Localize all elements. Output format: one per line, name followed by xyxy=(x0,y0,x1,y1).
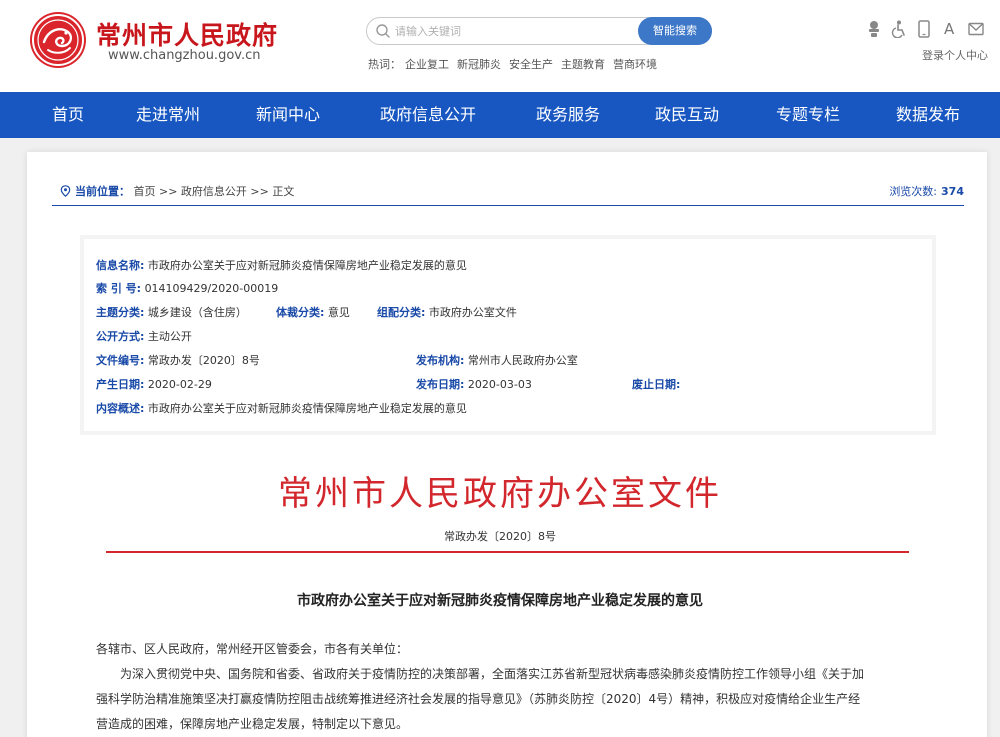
hot-word-link[interactable]: 营商环境 xyxy=(613,58,657,71)
accessibility-icon[interactable] xyxy=(891,20,907,38)
view-count-label: 浏览次数: xyxy=(889,185,938,198)
nav-item-news[interactable]: 新闻中心 xyxy=(256,92,320,138)
meta-docno: 文件编号: 常政办发〔2020〕8号 xyxy=(96,352,260,368)
hot-words-bar: 热词： 企业复工 新冠肺炎 安全生产 主题教育 营商环境 xyxy=(368,56,665,72)
nav-item-services[interactable]: 政务服务 xyxy=(536,92,600,138)
meta-topic: 主题分类: 城乡建设（含住房） xyxy=(96,304,247,320)
site-header: 常州市人民政府 www.changzhou.gov.cn 智能搜索 热词： 企业复… xyxy=(0,0,1000,92)
document-title: 市政府办公室关于应对新冠肺炎疫情保障房地产业稳定发展的意见 xyxy=(297,593,703,609)
voice-assist-icon[interactable] xyxy=(866,20,882,38)
breadcrumb-path[interactable]: 首页 >> 政府信息公开 >> 正文 xyxy=(134,185,295,198)
meta-index: 索 引 号: 014109429/2020-00019 xyxy=(96,280,278,296)
location-pin-icon xyxy=(60,185,71,197)
view-count: 浏览次数: 374 xyxy=(889,183,964,199)
meta-key: 信息名称: xyxy=(96,259,145,272)
nav-item-data[interactable]: 数据发布 xyxy=(896,92,960,138)
meta-open: 公开方式: 主动公开 xyxy=(96,328,192,344)
accessibility-tools: A xyxy=(866,20,986,38)
document-salutation: 各辖市、区人民政府，常州经开区管委会，市各有关单位： xyxy=(96,642,409,656)
hot-word-link[interactable]: 安全生产 xyxy=(509,58,553,71)
nav-item-home[interactable]: 首页 xyxy=(52,92,84,138)
dragon-emblem-icon xyxy=(32,14,84,66)
meta-publisher: 发布机构: 常州市人民政府办公室 xyxy=(416,352,578,368)
document-paragraph-line: 强科学防治精准施策坚决打赢疫情防控阻击战统筹推进经济社会发展的指导意见》（苏肺炎… xyxy=(96,692,861,706)
meta-value: 市政府办公室关于应对新冠肺炎疫情保障房地产业稳定发展的意见 xyxy=(147,259,467,272)
meta-published: 发布日期: 2020-03-03 xyxy=(416,376,532,392)
search-box: 智能搜索 xyxy=(366,17,712,45)
nav-item-about[interactable]: 走进常州 xyxy=(136,92,200,138)
meta-key: 内容概述: xyxy=(96,402,145,415)
meta-key: 发布机构: xyxy=(416,354,465,367)
smart-search-button[interactable]: 智能搜索 xyxy=(638,17,712,45)
meta-org: 组配分类: 市政府办公室文件 xyxy=(377,304,517,320)
search-icon xyxy=(376,24,390,38)
meta-key: 体裁分类: xyxy=(276,306,325,319)
meta-value: 2020-02-29 xyxy=(147,378,212,391)
search-input[interactable] xyxy=(395,21,625,41)
meta-value: 主动公开 xyxy=(147,330,192,343)
font-size-button[interactable]: A xyxy=(944,20,954,38)
meta-value: 城乡建设（含住房） xyxy=(147,306,247,319)
document-red-header: 常州市人民政府办公室文件 xyxy=(278,474,722,514)
nav-item-gov-info[interactable]: 政府信息公开 xyxy=(380,92,476,138)
mail-icon[interactable] xyxy=(968,20,984,38)
meta-key: 公开方式: xyxy=(96,330,145,343)
meta-summary: 内容概述: 市政府办公室关于应对新冠肺炎疫情保障房地产业稳定发展的意见 xyxy=(96,400,467,416)
view-count-value: 374 xyxy=(941,185,964,198)
nav-item-interaction[interactable]: 政民互动 xyxy=(655,92,719,138)
meta-created: 产生日期: 2020-02-29 xyxy=(96,376,212,392)
nav-item-topics[interactable]: 专题专栏 xyxy=(776,92,840,138)
mobile-icon[interactable] xyxy=(916,20,932,38)
document-paragraph-line: 营造成的困难，保障房地产业稳定发展，特制定以下意见。 xyxy=(96,717,409,731)
meta-value: 市政府办公室文件 xyxy=(428,306,517,319)
meta-key: 废止日期: xyxy=(632,378,681,391)
hot-words-label: 热词： xyxy=(368,58,401,71)
meta-value: 意见 xyxy=(327,306,350,319)
hot-word-link[interactable]: 新冠肺炎 xyxy=(457,58,501,71)
site-name[interactable]: 常州市人民政府 xyxy=(96,16,278,52)
document-paragraph-line: 为深入贯彻党中央、国务院和省委、省政府关于疫情防控的决策部署，全面落实江苏省新型… xyxy=(120,667,865,681)
meta-value: 常政办发〔2020〕8号 xyxy=(147,354,260,367)
meta-info-name: 信息名称: 市政府办公室关于应对新冠肺炎疫情保障房地产业稳定发展的意见 xyxy=(96,257,467,273)
hot-word-link[interactable]: 主题教育 xyxy=(561,58,605,71)
breadcrumb-label: 当前位置： xyxy=(75,185,130,198)
meta-key: 组配分类: xyxy=(377,306,426,319)
meta-abolished: 废止日期: xyxy=(632,376,680,392)
site-url: www.changzhou.gov.cn xyxy=(108,48,261,63)
meta-key: 产生日期: xyxy=(96,378,145,391)
document-number: 常政办发〔2020〕8号 xyxy=(444,530,556,543)
main-nav: 首页 走进常州 新闻中心 政府信息公开 政务服务 政民互动 专题专栏 数据发布 xyxy=(0,92,1000,138)
meta-key: 发布日期: xyxy=(416,378,465,391)
meta-genre: 体裁分类: 意见 xyxy=(276,304,350,320)
meta-key: 文件编号: xyxy=(96,354,145,367)
breadcrumb: 当前位置： 首页 >> 政府信息公开 >> 正文 xyxy=(60,183,294,199)
meta-key: 索 引 号: xyxy=(96,282,142,295)
red-rule-divider xyxy=(106,551,909,553)
meta-value: 常州市人民政府办公室 xyxy=(467,354,578,367)
meta-value: 014109429/2020-00019 xyxy=(144,282,279,295)
breadcrumb-divider xyxy=(52,205,964,206)
hot-word-link[interactable]: 企业复工 xyxy=(405,58,449,71)
meta-value: 市政府办公室关于应对新冠肺炎疫情保障房地产业稳定发展的意见 xyxy=(147,402,467,415)
meta-key: 主题分类: xyxy=(96,306,145,319)
login-user-center-link[interactable]: 登录个人中心 xyxy=(922,47,988,63)
city-emblem-logo[interactable] xyxy=(30,12,86,68)
meta-value: 2020-03-03 xyxy=(467,378,532,391)
